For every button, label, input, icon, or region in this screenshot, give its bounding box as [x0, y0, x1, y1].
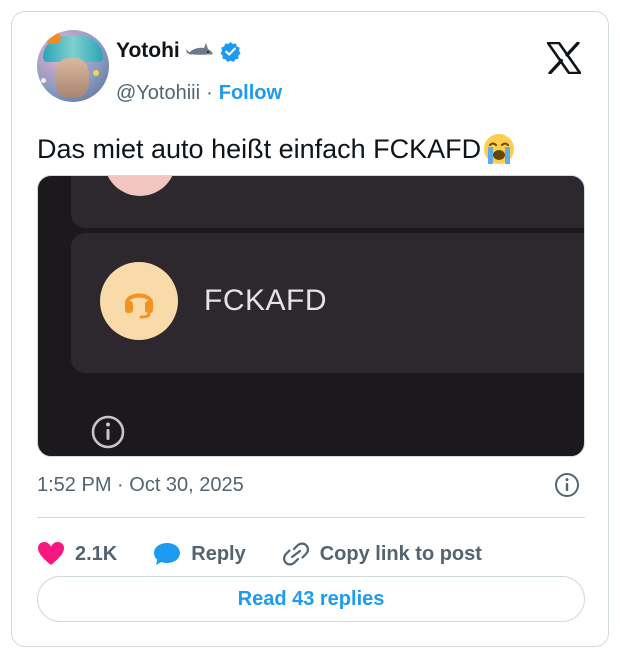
shark-icon — [185, 43, 213, 57]
reply-bubble-icon — [154, 543, 181, 565]
display-name[interactable]: Yotohi — [116, 39, 180, 63]
author-name-row: Yotohi — [116, 39, 241, 63]
read-replies-button[interactable]: Read 43 replies — [37, 576, 585, 622]
user-handle[interactable]: @Yotohiii — [116, 82, 200, 105]
separator: · — [206, 82, 213, 104]
tweet-card: Yotohi @Yotohiii · Follow Das miet auto … — [11, 11, 609, 647]
like-count: 2.1K — [75, 542, 118, 565]
tweet-text: Das miet auto heißt einfach FCKAFD — [37, 132, 516, 166]
info-icon — [91, 415, 125, 449]
reply-button[interactable]: Reply — [153, 541, 246, 567]
link-icon — [282, 542, 309, 566]
divider — [37, 517, 585, 518]
handle-row: @Yotohiii · Follow — [116, 82, 282, 105]
tweet-text-content: Das miet auto heißt einfach FCKAFD — [37, 133, 482, 164]
heart-icon — [38, 542, 64, 565]
crying-face-icon — [484, 134, 515, 164]
copy-link-label: Copy link to post — [319, 542, 482, 565]
tweet-media[interactable]: FCKAFD — [37, 175, 585, 457]
action-bar: 2.1K Reply Copy link to post — [37, 532, 518, 576]
avatar[interactable] — [37, 30, 109, 102]
reply-label: Reply — [191, 542, 246, 565]
headset-icon — [125, 293, 153, 319]
x-logo-icon[interactable] — [547, 42, 581, 74]
media-plate-text: FCKAFD — [204, 284, 327, 317]
tweet-timestamp[interactable]: 1:52 PM · Oct 30, 2025 — [37, 474, 244, 497]
media-headset-badge — [100, 262, 178, 340]
info-icon[interactable] — [554, 472, 580, 498]
copy-link-button[interactable]: Copy link to post — [282, 541, 482, 567]
like-button[interactable]: 2.1K — [37, 541, 117, 567]
follow-link[interactable]: Follow — [219, 82, 282, 105]
verified-icon — [220, 41, 241, 62]
